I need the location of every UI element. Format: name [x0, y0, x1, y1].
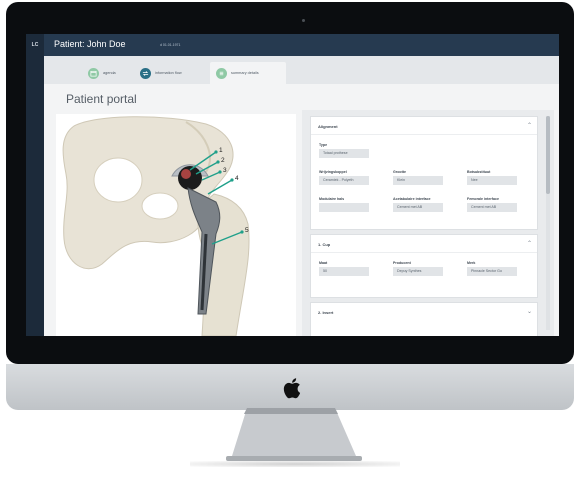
- alignment-title: Alignment: [318, 124, 338, 129]
- field-label-acetabulaire-interface: Acetabulaire interface: [393, 197, 431, 201]
- tab-information-flow[interactable]: information flow: [140, 62, 206, 84]
- tab-agenda[interactable]: agenda: [88, 62, 132, 84]
- insert-title: 2. Insert: [318, 310, 334, 315]
- list-icon: [216, 67, 227, 79]
- field-label-femorale-interface: Femorale interface: [467, 197, 499, 201]
- chevron-down-icon[interactable]: ⌄: [527, 308, 532, 315]
- field-label-type: Type: [319, 143, 328, 147]
- tab-label: summary details: [231, 71, 259, 75]
- field-label-grootte: Grootte: [393, 170, 406, 174]
- calendar-icon: [88, 67, 99, 79]
- field-value-modulaire-hals[interactable]: [319, 203, 369, 212]
- callout-5: 5: [245, 227, 249, 234]
- hip-implant-illustration: 1 2 3 4 5: [56, 114, 296, 336]
- patient-name: Patient: John Doe: [54, 39, 126, 49]
- user-initials[interactable]: LC: [28, 42, 42, 48]
- summary-details-panel: Alignment ⌃ Type Totaal prothese Wrijvin…: [302, 110, 554, 336]
- stand-shadow: [190, 461, 400, 467]
- monitor-stand: [232, 408, 356, 456]
- field-label-maat: Maat: [319, 261, 328, 265]
- chevron-up-icon[interactable]: ⌃: [527, 240, 532, 247]
- field-value-producent[interactable]: Depuy Synthes: [393, 267, 443, 276]
- callout-1: 1: [219, 147, 223, 154]
- app-sidebar-rail: LC: [26, 34, 44, 336]
- screen: LC Patient: John Doe d 01.01.1971 agenda…: [26, 34, 559, 336]
- field-value-type[interactable]: Totaal prothese: [319, 149, 369, 158]
- divider: [311, 134, 537, 135]
- callout-4: 4: [235, 175, 239, 182]
- tab-label: agenda: [103, 71, 116, 75]
- scrollbar-thumb[interactable]: [546, 116, 550, 194]
- field-value-grootte[interactable]: Klein: [393, 176, 443, 185]
- divider: [311, 252, 537, 253]
- apple-logo-icon: [283, 378, 301, 399]
- patient-birthdate: d 01.01.1971: [160, 43, 181, 47]
- field-value-maat[interactable]: 50: [319, 267, 369, 276]
- cup-title: 1. Cup: [318, 242, 331, 247]
- app-header: Patient: John Doe d 01.01.1971: [44, 34, 559, 56]
- field-label-wrijvingskoppel: Wrijvingskoppel: [319, 170, 347, 174]
- callout-3: 3: [223, 167, 227, 174]
- field-value-acetabulaire-interface[interactable]: Cement met AB: [393, 203, 443, 212]
- insert-card[interactable]: 2. Insert ⌄: [310, 302, 538, 336]
- tab-summary-details[interactable]: summary details: [210, 62, 286, 84]
- field-value-merk[interactable]: Pinnacle Sector Go: [467, 267, 517, 276]
- field-label-producent: Producent: [393, 261, 411, 265]
- field-value-botsubstituut[interactable]: Nee: [467, 176, 517, 185]
- field-label-botsubstituut: Botsubstituut: [467, 170, 491, 174]
- callout-2: 2: [221, 157, 225, 164]
- cup-card: 1. Cup ⌃ Maat 50 Producent Depuy Synthes…: [310, 234, 538, 298]
- arrows-icon: [140, 67, 151, 79]
- alignment-card: Alignment ⌃ Type Totaal prothese Wrijvin…: [310, 116, 538, 230]
- page-title: Patient portal: [66, 92, 137, 106]
- field-label-merk: Merk: [467, 261, 476, 265]
- field-value-femorale-interface[interactable]: Cement met AB: [467, 203, 517, 212]
- tab-bar: agenda information flow summary details: [44, 56, 559, 84]
- field-label-modulaire-hals: Modulaire hals: [319, 197, 345, 201]
- camera-dot: [302, 19, 305, 22]
- tab-label: information flow: [155, 71, 182, 75]
- field-value-wrijvingskoppel[interactable]: Ceramiek - Polyeth: [319, 176, 369, 185]
- chevron-up-icon[interactable]: ⌃: [527, 122, 532, 129]
